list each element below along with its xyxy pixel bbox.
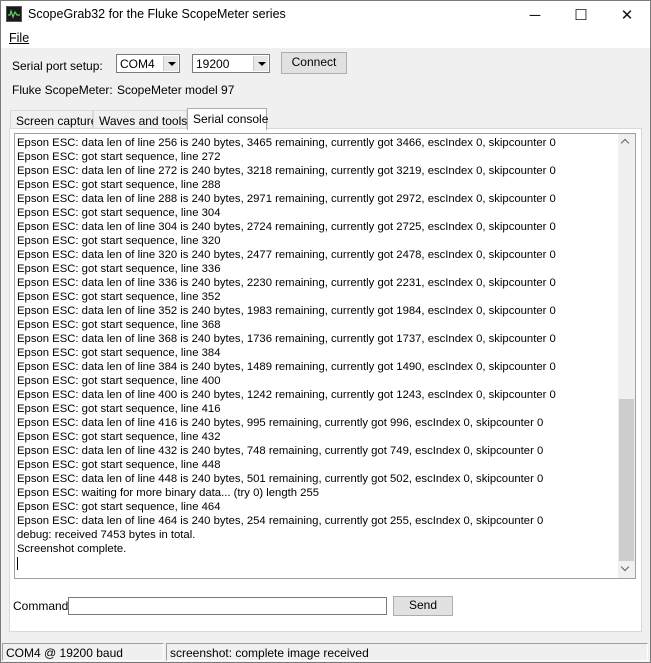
console-line: Epson ESC: got start sequence, line 432 [17, 431, 221, 443]
vertical-scrollbar[interactable] [618, 134, 635, 578]
chevron-down-icon[interactable] [253, 56, 268, 71]
console-line: Epson ESC: got start sequence, line 288 [17, 179, 221, 191]
console-line: Epson ESC: got start sequence, line 400 [17, 375, 221, 387]
window-title: ScopeGrab32 for the Fluke ScopeMeter ser… [28, 7, 286, 21]
scopemeter-label: Fluke ScopeMeter: [12, 83, 113, 97]
console-line: Epson ESC: got start sequence, line 352 [17, 291, 221, 303]
menu-file[interactable]: File [9, 31, 29, 45]
console-line: Epson ESC: waiting for more binary data.… [17, 487, 320, 499]
close-icon: ✕ [620, 7, 634, 24]
console-line: Epson ESC: data len of line 416 is 240 b… [17, 417, 544, 429]
console-line: Epson ESC: got start sequence, line 272 [17, 151, 221, 163]
port-select[interactable]: COM4 [116, 54, 180, 73]
tab-screen-capture[interactable]: Screen capture [10, 110, 97, 129]
console-line: Epson ESC: data len of line 272 is 240 b… [17, 165, 556, 177]
command-label: Command: [13, 599, 72, 613]
console-line: Epson ESC: got start sequence, line 448 [17, 459, 221, 471]
console-line: Epson ESC: got start sequence, line 416 [17, 403, 221, 415]
connect-button-label: Connect [291, 55, 337, 69]
port-select-value: COM4 [120, 57, 155, 71]
status-bar: COM4 @ 19200 baud screenshot: complete i… [1, 642, 650, 662]
baud-select[interactable]: 19200 [192, 54, 270, 73]
command-input[interactable] [68, 597, 387, 615]
console-line: Epson ESC: data len of line 432 is 240 b… [17, 445, 544, 457]
console-line: Epson ESC: data len of line 304 is 240 b… [17, 221, 556, 233]
console-line: Screenshot complete. [17, 543, 127, 555]
minimize-button[interactable]: ─ [512, 1, 558, 30]
tab-label: Serial console [193, 112, 269, 126]
tab-waves-and-tools[interactable]: Waves and tools [93, 110, 187, 129]
serial-console-panel: Epson ESC: data len of line 256 is 240 b… [9, 128, 642, 632]
tab-label: Waves and tools [99, 114, 188, 128]
console-lines: Epson ESC: data len of line 256 is 240 b… [17, 136, 617, 570]
scroll-down-icon[interactable] [618, 561, 635, 578]
console-line: Epson ESC: data len of line 368 is 240 b… [17, 333, 556, 345]
console-line: Epson ESC: got start sequence, line 336 [17, 263, 221, 275]
status-message: screenshot: complete image received [166, 643, 648, 661]
maximize-icon: ☐ [574, 7, 588, 24]
console-line: Epson ESC: data len of line 256 is 240 b… [17, 137, 556, 149]
app-window: ScopeGrab32 for the Fluke ScopeMeter ser… [0, 0, 651, 663]
console-line: Epson ESC: got start sequence, line 304 [17, 207, 221, 219]
console-line: Epson ESC: got start sequence, line 384 [17, 347, 221, 359]
title-bar: ScopeGrab32 for the Fluke ScopeMeter ser… [1, 1, 650, 30]
menu-bar: File [1, 30, 650, 49]
tab-serial-console[interactable]: Serial console [187, 108, 269, 130]
scopemeter-model: ScopeMeter model 97 [117, 83, 235, 97]
console-line: Epson ESC: got start sequence, line 368 [17, 319, 221, 331]
send-button-label: Send [408, 598, 438, 612]
maximize-button[interactable]: ☐ [558, 1, 604, 30]
oscilloscope-icon [6, 6, 22, 22]
console-line: Epson ESC: data len of line 400 is 240 b… [17, 389, 556, 401]
console-line: Epson ESC: data len of line 288 is 240 b… [17, 193, 556, 205]
tab-label: Screen capture [16, 114, 98, 128]
console-line: Epson ESC: got start sequence, line 320 [17, 235, 221, 247]
text-caret [17, 557, 18, 570]
console-line: Epson ESC: got start sequence, line 464 [17, 501, 221, 513]
connect-button[interactable]: Connect [281, 52, 347, 74]
console-line: Epson ESC: data len of line 336 is 240 b… [17, 277, 556, 289]
send-button[interactable]: Send [393, 596, 453, 616]
console-line: debug: received 7453 bytes in total. [17, 529, 196, 541]
scrollbar-thumb[interactable] [619, 399, 634, 561]
console-output[interactable]: Epson ESC: data len of line 256 is 240 b… [14, 133, 636, 579]
console-line: Epson ESC: data len of line 320 is 240 b… [17, 249, 556, 261]
minimize-icon: ─ [529, 7, 541, 24]
console-line: Epson ESC: data len of line 384 is 240 b… [17, 361, 556, 373]
close-button[interactable]: ✕ [604, 1, 650, 30]
status-connection: COM4 @ 19200 baud [2, 643, 164, 661]
scroll-up-icon[interactable] [618, 134, 635, 151]
baud-select-value: 19200 [196, 57, 230, 71]
console-line: Epson ESC: data len of line 448 is 240 b… [17, 473, 544, 485]
chevron-down-icon[interactable] [163, 56, 178, 71]
menu-file-label: File [9, 31, 30, 45]
console-line: Epson ESC: data len of line 464 is 240 b… [17, 515, 544, 527]
serial-port-label: Serial port setup: [12, 59, 103, 73]
console-line: Epson ESC: data len of line 352 is 240 b… [17, 305, 556, 317]
